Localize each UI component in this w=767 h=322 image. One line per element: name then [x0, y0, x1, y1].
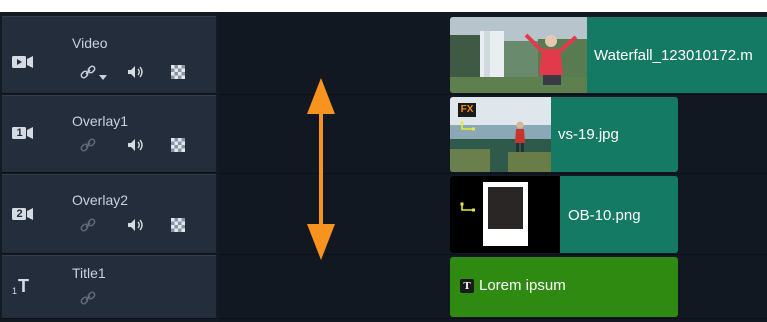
title-clip-badge: T [460, 279, 474, 293]
track-name: Overlay2 [72, 192, 129, 208]
link-icon[interactable] [79, 216, 97, 234]
speaker-icon[interactable] [126, 136, 144, 154]
link-icon[interactable] [79, 63, 97, 81]
track-name: Title1 [72, 265, 106, 281]
video-track-icon [12, 56, 33, 68]
track-header-video[interactable]: Video [2, 16, 216, 94]
track-header-overlay2[interactable]: 2 Overlay2 [2, 174, 216, 254]
checker-mask-icon[interactable] [169, 136, 187, 154]
clip-overlay1[interactable]: FX vs-19.jpg [450, 97, 678, 172]
title-track-number: 1 [12, 286, 18, 296]
speaker-icon[interactable] [126, 216, 144, 234]
timeline-editor: Video 1 Overlay1 2 Overlay2 1 T Title1 W… [0, 0, 767, 322]
clip-thumbnail [450, 17, 587, 93]
clip-label: Waterfall_123010172.m [594, 47, 753, 64]
checker-mask-icon[interactable] [169, 216, 187, 234]
motion-path-icon [460, 202, 475, 212]
clip-overlay2[interactable]: OB-10.png [450, 176, 678, 253]
track-name: Video [72, 35, 108, 51]
clip-title[interactable]: T Lorem ipsum [450, 257, 678, 317]
double-arrow-icon [307, 78, 335, 260]
speaker-icon[interactable] [126, 63, 144, 81]
track-number-badge: 1 [16, 127, 23, 139]
motion-path-icon [460, 121, 475, 131]
track-header-overlay1[interactable]: 1 Overlay1 [2, 95, 216, 173]
polaroid-frame [483, 182, 528, 246]
chevron-down-icon[interactable] [99, 75, 107, 81]
title-track-icon: T [18, 276, 29, 296]
polaroid-photo [488, 187, 523, 229]
clip-label: OB-10.png [568, 207, 641, 224]
link-icon[interactable] [79, 136, 97, 154]
clip-label: Lorem ipsum [479, 277, 566, 294]
fx-badge: FX [458, 103, 476, 117]
clip-thumbnail [450, 176, 560, 253]
clip-label: vs-19.jpg [558, 126, 619, 143]
clip-video[interactable]: Waterfall_123010172.m [450, 17, 767, 93]
top-strip [0, 0, 767, 12]
track-name: Overlay1 [72, 113, 129, 129]
checker-mask-icon[interactable] [169, 63, 187, 81]
track-number-badge: 2 [16, 208, 23, 220]
track-header-title1[interactable]: 1 T Title1 [2, 255, 216, 319]
link-icon[interactable] [79, 289, 97, 307]
